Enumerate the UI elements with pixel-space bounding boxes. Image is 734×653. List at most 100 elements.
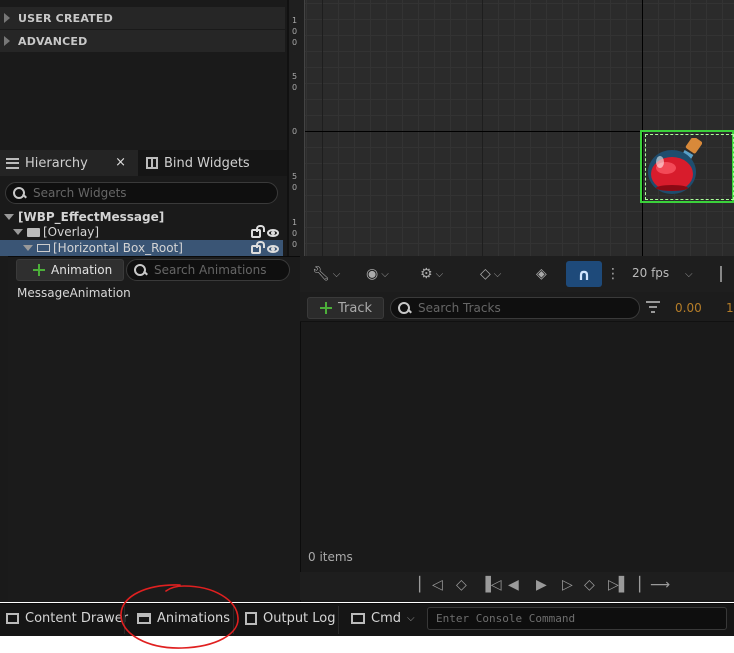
tree-item-label: [Overlay] (43, 225, 100, 239)
jump-to-start-icon[interactable]: ⎮ (416, 577, 423, 593)
tree-item-root[interactable]: [WBP_EffectMessage] (0, 209, 283, 225)
ruler-label: 0 (292, 240, 298, 249)
collapse-arrow-icon (13, 229, 23, 235)
designer-canvas[interactable] (289, 0, 734, 256)
unlock-icon[interactable] (251, 225, 265, 238)
end-time-value[interactable]: 1 (726, 301, 734, 315)
play-reverse-icon[interactable]: ◀ (508, 577, 519, 593)
ruler-label: 1 (292, 16, 298, 25)
auto-key-button[interactable]: ◈ (536, 264, 547, 284)
loop-arrow-icon[interactable]: ⟶ (650, 577, 670, 593)
search-widgets-input[interactable]: Search Widgets (5, 182, 278, 204)
previous-frame-key-icon[interactable]: ◇ (456, 577, 467, 593)
item-visibility-controls (251, 225, 279, 238)
eye-icon[interactable] (267, 245, 279, 253)
key-options-menu[interactable]: ◇ ⌵ (480, 264, 501, 284)
previous-key-icon[interactable]: ◁ (432, 577, 443, 593)
tree-item-horizontal-box[interactable]: [Horizontal Box_Root] (0, 240, 283, 256)
search-icon (13, 187, 25, 199)
search-placeholder: Search Tracks (418, 301, 501, 315)
console-command-input[interactable]: Enter Console Command (427, 607, 727, 630)
search-tracks-input[interactable]: Search Tracks (390, 297, 640, 319)
jump-to-end-icon[interactable]: ⎮ (636, 577, 643, 593)
tab-label: Hierarchy (25, 155, 88, 171)
output-log-label: Output Log (263, 611, 336, 626)
plus-icon (320, 302, 332, 314)
add-animation-button[interactable]: Animation (16, 259, 124, 281)
search-animations-input[interactable]: Search Animations (126, 259, 290, 281)
chevron-down-icon: ⌵ (685, 269, 693, 280)
ruler-label: 5 (292, 172, 298, 181)
step-back-icon[interactable]: ▐◁ (480, 577, 502, 593)
view-options-menu[interactable]: ◉ ⌵ (366, 264, 389, 284)
search-icon (134, 264, 146, 276)
content-drawer-label: Content Drawer (25, 611, 129, 626)
category-label: ADVANCED (18, 34, 88, 48)
list-icon (6, 157, 19, 169)
ruler-label: 0 (292, 127, 298, 136)
play-icon[interactable]: ▶ (536, 577, 547, 593)
timeline-toggle-icon[interactable] (720, 266, 734, 282)
canvas-origin-axis-vertical (642, 0, 643, 256)
horizontal-box-icon (37, 244, 50, 252)
potion-image (648, 138, 702, 194)
annotation-circle (120, 584, 239, 649)
log-icon (245, 612, 257, 625)
key-auto-icon: ◈ (536, 266, 547, 282)
output-log-button[interactable]: Output Log (245, 611, 336, 626)
items-count-label: 0 items (308, 550, 353, 564)
step-forward-icon[interactable]: ▷ (562, 577, 573, 593)
ruler-label: 0 (292, 229, 298, 238)
collapse-arrow-icon (4, 214, 14, 220)
chevron-down-icon: ⌵ (381, 268, 389, 280)
animation-list-item[interactable]: MessageAnimation (17, 286, 131, 300)
chevron-down-icon: ⌵ (493, 268, 502, 280)
palette-category-user-created[interactable]: USER CREATED (0, 7, 285, 29)
ruler-label: 0 (292, 27, 298, 36)
next-frame-key-icon[interactable]: ◇ (584, 577, 595, 593)
chevron-down-icon: ⌵ (435, 268, 444, 280)
screen-margin (0, 636, 734, 653)
close-icon[interactable]: × (115, 155, 126, 170)
current-time-value[interactable]: 0.00 (675, 301, 702, 315)
tab-hierarchy[interactable]: Hierarchy × (0, 150, 138, 176)
search-placeholder: Search Animations (154, 263, 267, 277)
fps-label: 20 fps (632, 266, 670, 280)
playback-options-menu[interactable]: ⚙ ⌵ (420, 264, 443, 284)
ruler-label: 0 (292, 183, 298, 192)
snap-magnet-button[interactable]: ∩ (566, 261, 602, 287)
unlock-icon[interactable] (251, 241, 265, 254)
eye-icon: ◉ (366, 266, 379, 282)
ruler-label: 1 (292, 218, 298, 227)
cmd-label: Cmd (371, 611, 401, 626)
expand-arrow-icon (4, 13, 10, 23)
animations-panel (8, 256, 300, 602)
chevron-down-icon: ⌵ (332, 268, 341, 280)
ruler-label: 0 (292, 38, 298, 47)
filter-icon[interactable] (646, 301, 660, 313)
tab-bind-widgets[interactable]: Bind Widgets (140, 150, 286, 176)
palette-category-advanced[interactable]: ADVANCED (0, 30, 285, 52)
next-key-icon[interactable]: ▷▌ (608, 577, 630, 593)
frame-rate-dropdown[interactable]: 20 fps ⌵ (632, 266, 693, 280)
overlay-icon (27, 227, 40, 237)
settings-wrench-menu[interactable]: 🔧︎ ⌵ (312, 264, 340, 284)
content-drawer-button[interactable]: Content Drawer (6, 611, 128, 626)
snap-options-menu[interactable]: ⋮ (606, 264, 620, 284)
tree-item-overlay[interactable]: [Overlay] (0, 224, 283, 240)
keyframe-diamond-icon: ◇ (480, 266, 491, 282)
bind-widgets-icon (146, 157, 158, 169)
cmd-dropdown[interactable]: Cmd ⌵ (351, 611, 415, 626)
palette-panel: USER CREATED ADVANCED (0, 0, 287, 150)
gear-icon: ⚙ (420, 266, 433, 282)
item-visibility-controls (251, 241, 279, 254)
add-track-label: Track (338, 300, 373, 316)
search-placeholder: Search Widgets (33, 186, 127, 200)
ruler-label: 0 (292, 83, 298, 92)
ruler-label: 5 (292, 72, 298, 81)
vertical-ruler: 1 0 0 5 0 0 5 0 1 0 0 (289, 0, 305, 256)
eye-icon[interactable] (267, 229, 279, 237)
search-icon (398, 302, 410, 314)
add-track-button[interactable]: Track (307, 297, 384, 319)
collapse-arrow-icon (23, 245, 33, 251)
